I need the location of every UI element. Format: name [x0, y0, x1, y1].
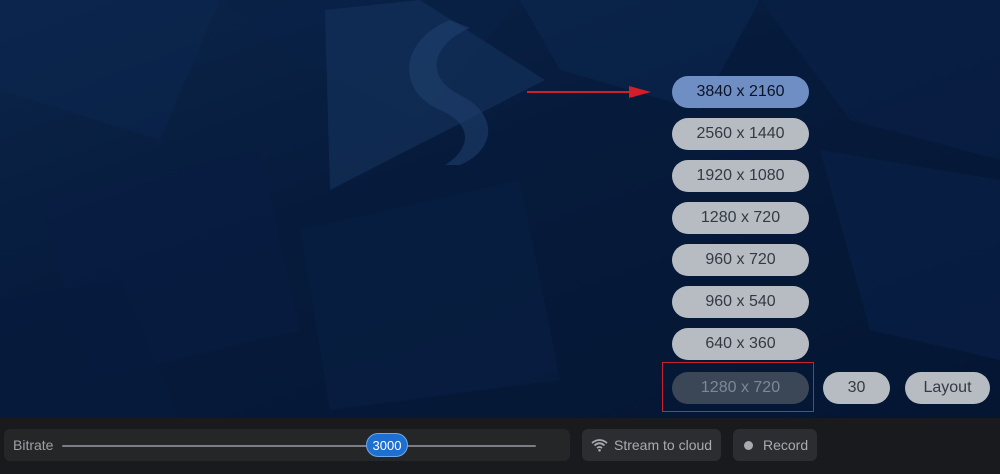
- stream-to-cloud-button[interactable]: Stream to cloud: [582, 429, 721, 461]
- resolution-option[interactable]: 960 x 720: [672, 244, 809, 276]
- record-dot-icon: [744, 440, 753, 450]
- record-button[interactable]: Record: [733, 429, 817, 461]
- control-bar: Bitrate 3000 Stream to cloud Record: [0, 418, 1000, 474]
- resolution-option[interactable]: 960 x 540: [672, 286, 809, 318]
- record-label: Record: [763, 437, 809, 453]
- stream-to-cloud-label: Stream to cloud: [614, 437, 713, 453]
- resolution-option[interactable]: 1280 x 720: [672, 202, 809, 234]
- fps-button[interactable]: 30: [823, 372, 890, 404]
- wifi-icon: [591, 439, 608, 452]
- resolution-option[interactable]: 640 x 360: [672, 328, 809, 360]
- layout-button[interactable]: Layout: [905, 372, 990, 404]
- video-preview-area: 3840 x 2160 2560 x 1440 1920 x 1080 1280 x …: [0, 0, 1000, 418]
- annotation-arrow: [527, 86, 651, 98]
- resolution-option[interactable]: 3840 x 2160: [672, 76, 809, 108]
- bitrate-panel: Bitrate 3000: [4, 429, 570, 461]
- background-pattern: [0, 0, 1000, 418]
- bitrate-slider-thumb[interactable]: 3000: [366, 433, 408, 457]
- resolution-option[interactable]: 2560 x 1440: [672, 118, 809, 150]
- resolution-option[interactable]: 1920 x 1080: [672, 160, 809, 192]
- resolution-option-list: 3840 x 2160 2560 x 1440 1920 x 1080 1280 x …: [672, 76, 809, 370]
- bitrate-slider-track[interactable]: [62, 445, 536, 447]
- annotation-highlight-box: [662, 362, 814, 412]
- bitrate-label: Bitrate: [13, 437, 54, 453]
